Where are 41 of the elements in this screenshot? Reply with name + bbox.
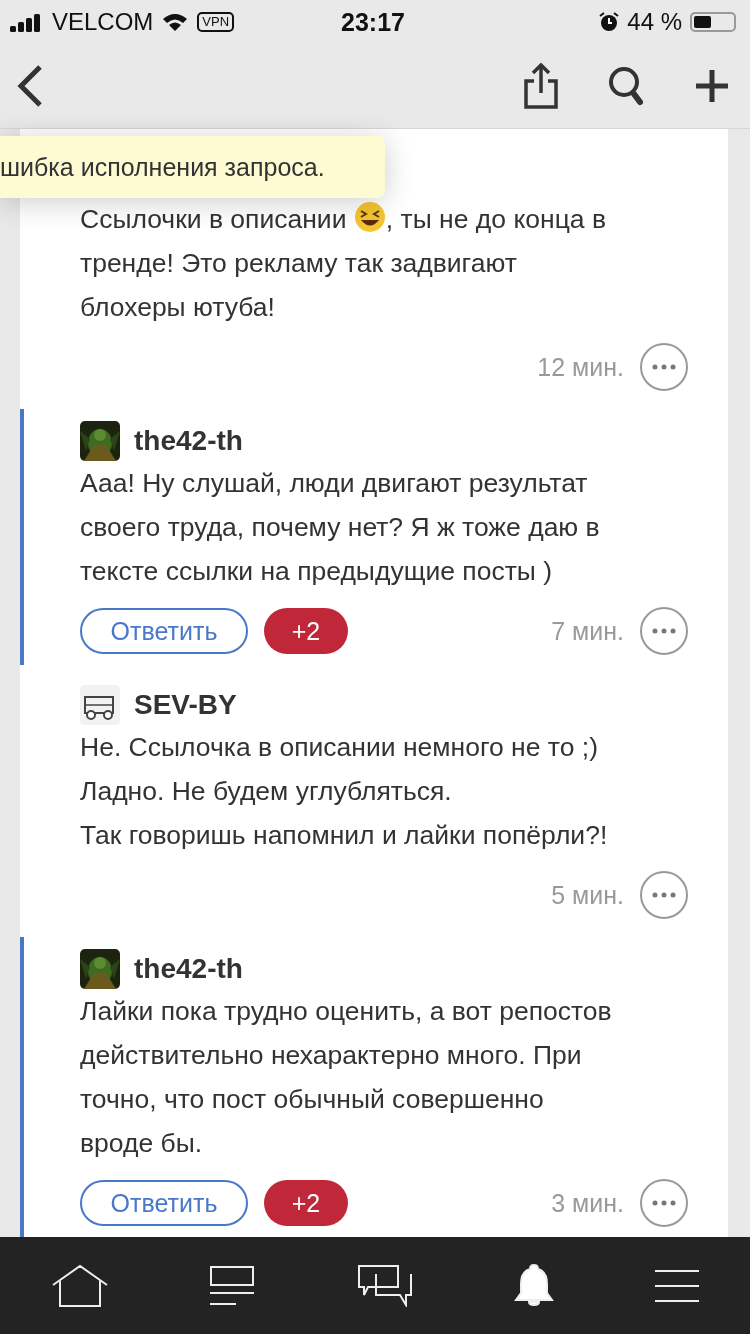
alarm-clock-icon xyxy=(599,12,620,32)
comment-text: Лайки пока трудно оценить, а вот репостов действительно нехарактерно много. При точно, что пост обычный совершенно вроде бы. xyxy=(80,995,613,1160)
ellipsis-icon xyxy=(652,628,676,634)
clock: 23:17 xyxy=(341,7,405,37)
search-icon[interactable] xyxy=(608,66,644,106)
error-tooltip: шибка исполнения запроса. xyxy=(0,136,385,198)
back-icon[interactable] xyxy=(16,64,44,108)
username[interactable]: SEV-BY xyxy=(134,689,237,721)
ellipsis-icon xyxy=(652,892,676,898)
laughing-face-icon xyxy=(353,201,386,233)
wifi-icon xyxy=(161,12,190,32)
comment-text: Не. Ссылочка в описании немного не то ;) Ладно. Не будем углубляться. Так говоришь напомнил и лайки попёрли?! xyxy=(80,731,609,852)
home-icon xyxy=(50,1263,109,1308)
rating-badge: +2 xyxy=(264,608,348,654)
vpn-indicator: VPN xyxy=(197,12,235,32)
more-button[interactable] xyxy=(640,343,688,391)
comment-time: 12 мин. xyxy=(537,352,624,382)
more-button[interactable] xyxy=(640,871,688,919)
comment-time: 5 мин. xyxy=(551,880,624,910)
username[interactable]: the42-th xyxy=(134,425,243,457)
carrier-name: VELCOM xyxy=(52,8,154,36)
comment-time: 3 мин. xyxy=(551,1188,624,1218)
plus-icon[interactable] xyxy=(694,68,730,104)
battery-percent: 44 % xyxy=(627,8,682,36)
ellipsis-icon xyxy=(652,1200,676,1206)
comment-text: Ааа! Ну слушай, люди двигают результат своего труда, почему нет? Я ж тоже даю в тексте ссылки на предыдущие посты ) xyxy=(80,467,601,588)
rating-badge: +2 xyxy=(264,1180,348,1226)
bell-icon xyxy=(513,1263,554,1308)
reply-button[interactable]: Ответить xyxy=(80,1180,248,1226)
share-icon[interactable] xyxy=(524,63,558,109)
more-button[interactable] xyxy=(640,1179,688,1227)
username[interactable]: the42-th xyxy=(134,953,243,985)
ellipsis-icon xyxy=(652,364,676,370)
reply-button[interactable]: Ответить xyxy=(80,608,248,654)
chat-icon xyxy=(358,1264,412,1307)
comment-time: 7 мин. xyxy=(551,616,624,646)
comment-text: Ссылочки в описании , ты не до конца в тренде! Это рекламу так задвигают блохеры ютуба! xyxy=(80,197,688,329)
battery-icon xyxy=(690,12,736,32)
more-button[interactable] xyxy=(640,607,688,655)
feed-icon xyxy=(210,1265,257,1306)
menu-icon xyxy=(655,1269,700,1302)
